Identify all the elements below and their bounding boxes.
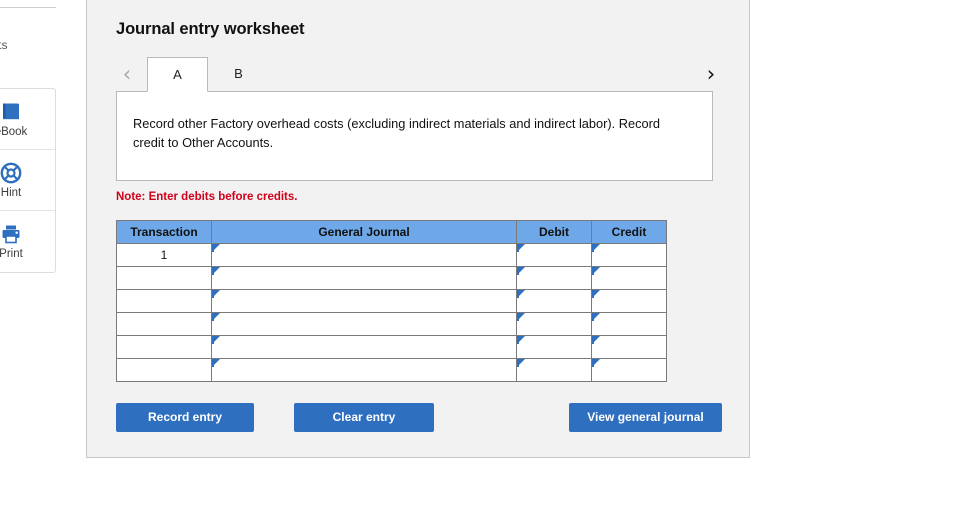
- cell-dropdown-marker-icon: [592, 336, 600, 344]
- cell-dropdown-marker-icon: [592, 290, 600, 298]
- tool-panel: eBook Hint Print: [0, 88, 56, 273]
- credit-input-5[interactable]: [591, 358, 667, 382]
- tool-label-ebook: eBook: [0, 125, 28, 138]
- cell-dropdown-marker-icon: [212, 290, 220, 298]
- table-row: [116, 289, 667, 313]
- general-journal-input-0[interactable]: [211, 243, 517, 267]
- debit-input-3[interactable]: [516, 312, 592, 336]
- tool-item-print[interactable]: Print: [0, 211, 55, 272]
- chevron-left-icon[interactable]: ‹: [116, 60, 138, 88]
- transaction-number-cell: [116, 289, 212, 313]
- tool-item-ebook[interactable]: eBook: [0, 89, 55, 150]
- cell-dropdown-marker-icon: [592, 244, 600, 252]
- table-row: [116, 335, 667, 359]
- tool-label-print: Print: [0, 248, 23, 260]
- general-journal-input-2[interactable]: [211, 289, 517, 313]
- credit-input-2[interactable]: [591, 289, 667, 313]
- instruction-box: Record other Factory overhead costs (exc…: [116, 91, 713, 181]
- cell-dropdown-marker-icon: [592, 313, 600, 321]
- general-journal-input-3[interactable]: [211, 312, 517, 336]
- table-row: [116, 266, 667, 290]
- cell-dropdown-marker-icon: [212, 267, 220, 275]
- cell-dropdown-marker-icon: [517, 244, 525, 252]
- table-row: [116, 312, 667, 336]
- transaction-number-cell: [116, 266, 212, 290]
- journal-entry-panel: Journal entry worksheet ‹ A B › Record o…: [86, 0, 750, 458]
- tool-item-hint[interactable]: Hint: [0, 150, 55, 211]
- page-title: Journal entry worksheet: [116, 20, 305, 38]
- credit-input-3[interactable]: [591, 312, 667, 336]
- credit-input-0[interactable]: [591, 243, 667, 267]
- worksheet-tabstrip: ‹ A B ›: [116, 57, 722, 92]
- sidebar-divider: [0, 7, 56, 8]
- instruction-text: Record other Factory overhead costs (exc…: [133, 116, 661, 150]
- column-header-debit: Debit: [516, 220, 592, 244]
- note-text: Note: Enter debits before credits.: [116, 191, 298, 203]
- tab-b[interactable]: B: [208, 57, 269, 92]
- record-entry-button[interactable]: Record entry: [116, 403, 254, 432]
- transaction-number-cell: 1: [116, 243, 212, 267]
- cell-dropdown-marker-icon: [212, 336, 220, 344]
- general-journal-input-1[interactable]: [211, 266, 517, 290]
- general-journal-input-4[interactable]: [211, 335, 517, 359]
- table-row: 1: [116, 243, 667, 267]
- tool-label-hint: Hint: [0, 186, 22, 199]
- journal-entry-table: Transaction General Journal Debit Credit…: [116, 220, 667, 382]
- life-ring-icon: [0, 162, 22, 184]
- table-header-row: Transaction General Journal Debit Credit: [116, 220, 667, 244]
- table-row: [116, 358, 667, 382]
- printer-icon: [0, 223, 22, 245]
- cell-dropdown-marker-icon: [592, 359, 600, 367]
- left-sidebar: ts eBook Hint: [0, 0, 56, 516]
- cell-dropdown-marker-icon: [517, 336, 525, 344]
- chevron-right-icon[interactable]: ›: [700, 60, 722, 88]
- transaction-number-cell: [116, 312, 212, 336]
- debit-input-1[interactable]: [516, 266, 592, 290]
- credit-input-4[interactable]: [591, 335, 667, 359]
- debit-input-2[interactable]: [516, 289, 592, 313]
- debit-input-4[interactable]: [516, 335, 592, 359]
- credit-input-1[interactable]: [591, 266, 667, 290]
- cell-dropdown-marker-icon: [212, 359, 220, 367]
- book-icon: [0, 101, 22, 123]
- tab-a[interactable]: A: [147, 57, 208, 92]
- debit-input-5[interactable]: [516, 358, 592, 382]
- cell-dropdown-marker-icon: [517, 359, 525, 367]
- cell-dropdown-marker-icon: [212, 313, 220, 321]
- column-header-credit: Credit: [591, 220, 667, 244]
- column-header-general-journal: General Journal: [211, 220, 517, 244]
- column-header-transaction: Transaction: [116, 220, 212, 244]
- view-general-journal-button[interactable]: View general journal: [569, 403, 722, 432]
- cell-dropdown-marker-icon: [517, 313, 525, 321]
- general-journal-input-5[interactable]: [211, 358, 517, 382]
- cell-dropdown-marker-icon: [212, 244, 220, 252]
- transaction-number-cell: [116, 335, 212, 359]
- cell-dropdown-marker-icon: [592, 267, 600, 275]
- transaction-number-cell: [116, 358, 212, 382]
- cell-dropdown-marker-icon: [517, 267, 525, 275]
- clear-entry-button[interactable]: Clear entry: [294, 403, 434, 432]
- points-label: ts: [0, 38, 8, 52]
- debit-input-0[interactable]: [516, 243, 592, 267]
- cell-dropdown-marker-icon: [517, 290, 525, 298]
